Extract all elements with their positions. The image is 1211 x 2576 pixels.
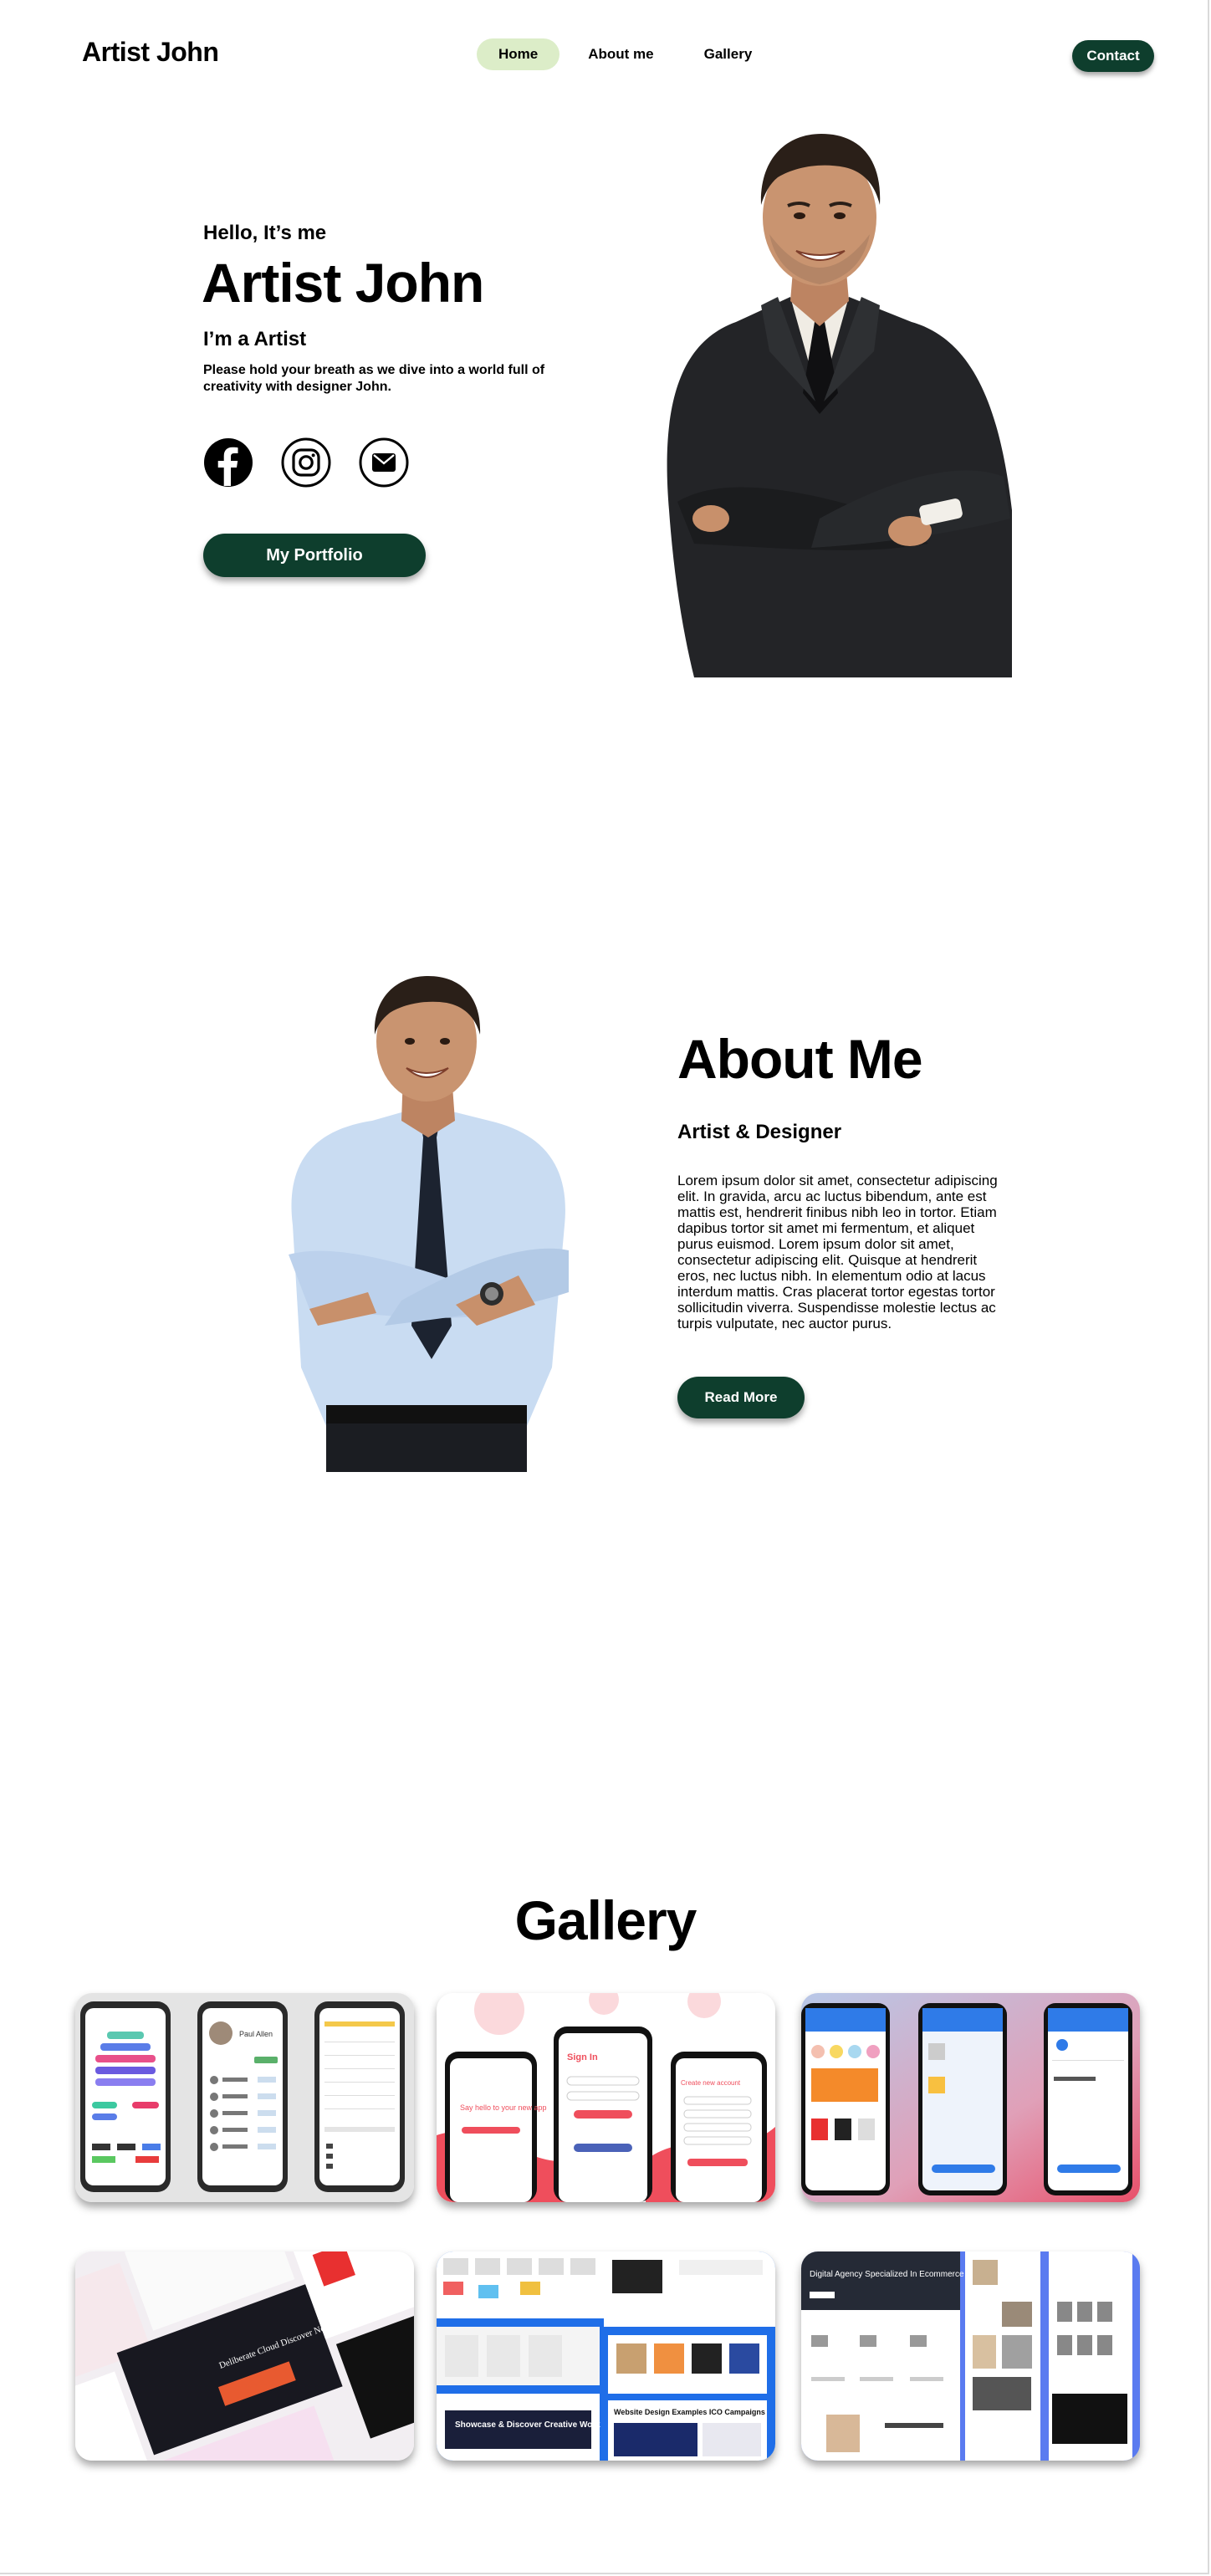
facebook-icon[interactable] <box>203 437 253 488</box>
gallery-thumb-text: Paul Allen <box>239 2030 273 2038</box>
nav-gallery[interactable]: Gallery <box>682 38 774 70</box>
hero-portrait-image <box>667 134 1012 677</box>
gallery-title: Gallery <box>514 1889 697 1951</box>
gallery-item-5[interactable]: Showcase & Discover Creative Work Websit… <box>437 2251 775 2461</box>
gallery-item-4[interactable]: Deliberate Cloud Discover New Treasures <box>75 2251 414 2461</box>
hero-description: Please hold your breath as we dive into … <box>203 363 545 394</box>
my-portfolio-button[interactable]: My Portfolio <box>203 534 426 577</box>
hero-greeting: Hello, It’s me <box>203 222 327 244</box>
gallery-thumb-text: Sign In <box>567 2052 598 2062</box>
gallery-thumb-text: Digital Agency Specialized In Ecommerce <box>810 2270 964 2279</box>
gallery-thumbnail-2: Say hello to your new app Sign In Create… <box>437 1993 775 2202</box>
gallery-thumbnail-1: Paul Allen <box>75 1993 414 2202</box>
gallery-item-3[interactable] <box>801 1993 1140 2202</box>
about-text: Lorem ipsum dolor sit amet, consectetur … <box>677 1173 998 1331</box>
about-portrait-image <box>289 976 569 1472</box>
contact-button[interactable]: Contact <box>1072 40 1154 72</box>
gallery-thumb-text: Showcase & Discover Creative Work <box>455 2420 600 2430</box>
gallery-thumbnail-4: Deliberate Cloud Discover New Treasures <box>75 2251 414 2461</box>
gallery-thumb-text: Create new account <box>681 2079 741 2087</box>
main-nav: Home About me Gallery <box>477 38 774 70</box>
about-title: About Me <box>677 1028 923 1090</box>
gallery-item-1[interactable]: Paul Allen <box>75 1993 414 2202</box>
gallery-thumbnail-5: Showcase & Discover Creative Work Websit… <box>437 2251 775 2461</box>
hero-name: Artist John <box>202 252 484 314</box>
nav-home[interactable]: Home <box>477 38 560 70</box>
about-subtitle: Artist & Designer <box>677 1121 842 1143</box>
read-more-button[interactable]: Read More <box>677 1377 805 1418</box>
mail-icon[interactable] <box>359 437 409 488</box>
gallery-thumbnail-6: Digital Agency Specialized In Ecommerce <box>801 2251 1140 2461</box>
site-brand[interactable]: Artist John <box>82 37 219 68</box>
instagram-icon[interactable] <box>281 437 331 488</box>
gallery-item-6[interactable]: Digital Agency Specialized In Ecommerce <box>801 2251 1140 2461</box>
gallery-item-2[interactable]: Say hello to your new app Sign In Create… <box>437 1993 775 2202</box>
hero-role: I’m a Artist <box>203 328 307 350</box>
nav-about-me[interactable]: About me <box>566 38 675 70</box>
social-links <box>203 437 409 488</box>
gallery-thumb-text: Say hello to your new app <box>460 2103 547 2112</box>
gallery-thumb-text: Website Design Examples ICO Campaigns <box>614 2408 765 2416</box>
gallery-thumbnail-3 <box>801 1993 1140 2202</box>
